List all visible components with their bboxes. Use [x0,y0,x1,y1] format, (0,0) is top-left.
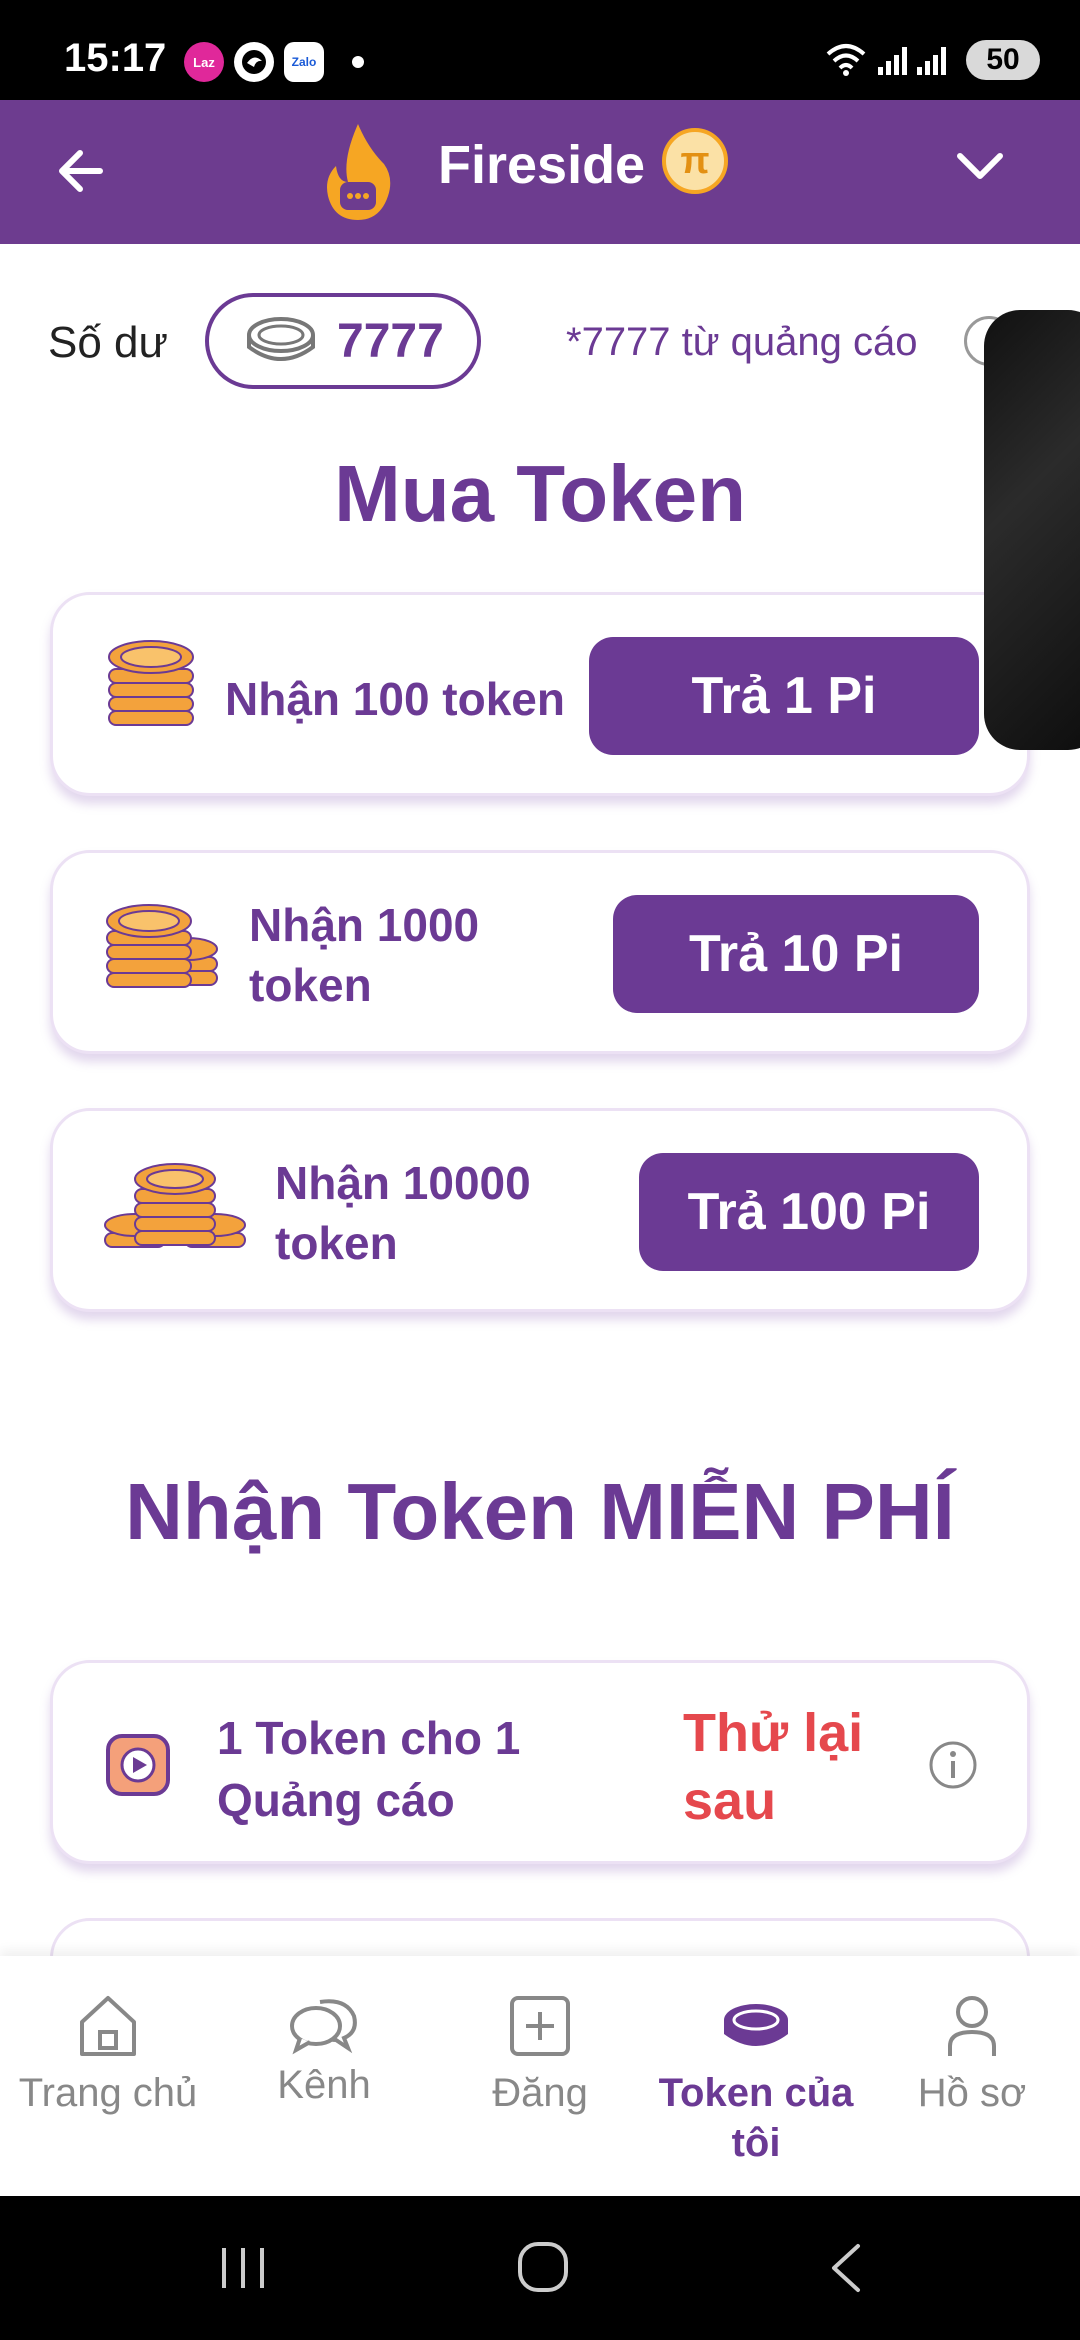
pi-coin-icon: π [662,128,728,194]
free-token-card: 1 Token cho 1 Quảng cáo Thử lại sau [50,1660,1030,1864]
lazada-notification-icon: Laz [184,42,224,82]
status-bar: 15:17 Laz Zalo 50 [0,0,1080,100]
token-coin-icon [247,317,315,361]
retry-later-status[interactable]: Thử lại sau [683,1699,903,1835]
balance-value: 7777 [337,314,444,368]
pay-100-pi-button[interactable]: Trả 100 Pi [639,1153,979,1271]
nav-my-tokens-label: Token của tôi [648,2068,864,2168]
retry-later-line2: sau [683,1771,777,1831]
signal-icon [878,45,907,75]
chat-bubbles-icon [290,1999,357,2055]
retry-later-line1: Thử lại [683,1703,864,1763]
wifi-icon [826,44,866,76]
nav-profile[interactable]: Hồ sơ [864,1956,1080,2196]
signal-icon-2 [917,45,946,75]
battery-indicator: 50 [966,40,1040,80]
app-title: Fireside [438,135,646,195]
nav-profile-label: Hồ sơ [917,2071,1027,2115]
pay-1-pi-button[interactable]: Trả 1 Pi [589,637,979,755]
watch-ad-label-line2: Quảng cáo [217,1774,455,1826]
system-status-icons: 50 [824,40,1040,80]
more-notifications-dot-icon [352,56,364,68]
coin-stack-small-icon [108,640,194,726]
home-button-icon[interactable] [508,2238,578,2298]
nav-channels[interactable]: Kênh [216,1956,432,2196]
offer-card: Nhận 1000 token Trả 10 Pi [50,850,1030,1054]
zalo-notification-icon: Zalo [284,42,324,82]
back-button-icon[interactable] [812,2238,882,2298]
nav-post[interactable]: Đăng [432,1956,648,2196]
offer-label: Nhận 100 token [225,673,565,725]
ad-balance-note: *7777 từ quảng cáo [566,320,918,364]
app-notification-icon [234,42,274,82]
nav-home[interactable]: Trang chủ [0,1956,216,2196]
system-navigation-bar [0,2196,1080,2340]
offer-label-line1: Nhận 1000 [249,899,480,951]
offer-label: Nhận 1000 token [249,895,479,1015]
balance-pill: 7777 [205,293,481,389]
offer-label: Nhận 10000 token [275,1153,531,1273]
free-token-title: Nhận Token MIỄN PHÍ [125,1467,955,1556]
recent-apps-icon[interactable] [208,2238,278,2298]
nav-channels-label: Kênh [277,2063,371,2107]
profile-icon [948,1996,996,2056]
nav-my-tokens-label-line2: tôi [731,2121,781,2165]
buy-token-title: Mua Token [334,449,746,538]
app-header: Fireside π [0,100,1080,244]
coin-stack-large-icon [104,1163,246,1248]
notification-icons: Laz Zalo [184,42,364,82]
token-coin-icon [724,2004,788,2046]
offer-card: Nhận 100 token Trả 1 Pi [50,592,1030,796]
nav-my-tokens[interactable]: Token của tôi [648,1956,864,2196]
status-time: 15:17 [64,36,167,80]
nav-my-tokens-label-line1: Token của [658,2071,854,2115]
pay-10-pi-button[interactable]: Trả 10 Pi [613,895,979,1013]
nav-home-label: Trang chủ [18,2071,198,2115]
bottom-navigation: Trang chủ Kênh Đăng Token của tôi Hồ sơ [0,1956,1080,2196]
offer-card: Nhận 10000 token Trả 100 Pi [50,1108,1030,1312]
offer-label-line2: token [249,959,372,1011]
play-video-icon [106,1734,170,1796]
balance-label: Số dư [48,318,168,367]
back-arrow-icon[interactable] [50,136,120,206]
chevron-down-icon[interactable] [950,136,1010,196]
nav-post-label: Đăng [492,2071,588,2115]
fireside-logo-icon [327,124,391,220]
coin-stack-medium-icon [106,904,218,988]
add-post-icon [510,1996,570,2056]
offer-label-line2: token [275,1217,398,1269]
home-icon [80,1996,136,2056]
floating-video-overlay[interactable] [984,310,1080,750]
offer-label-line1: Nhận 10000 [275,1157,531,1209]
watch-ad-label-line1: 1 Token cho 1 [217,1712,521,1764]
info-icon[interactable] [927,1739,979,1791]
watch-ad-label: 1 Token cho 1 Quảng cáo [217,1707,587,1831]
